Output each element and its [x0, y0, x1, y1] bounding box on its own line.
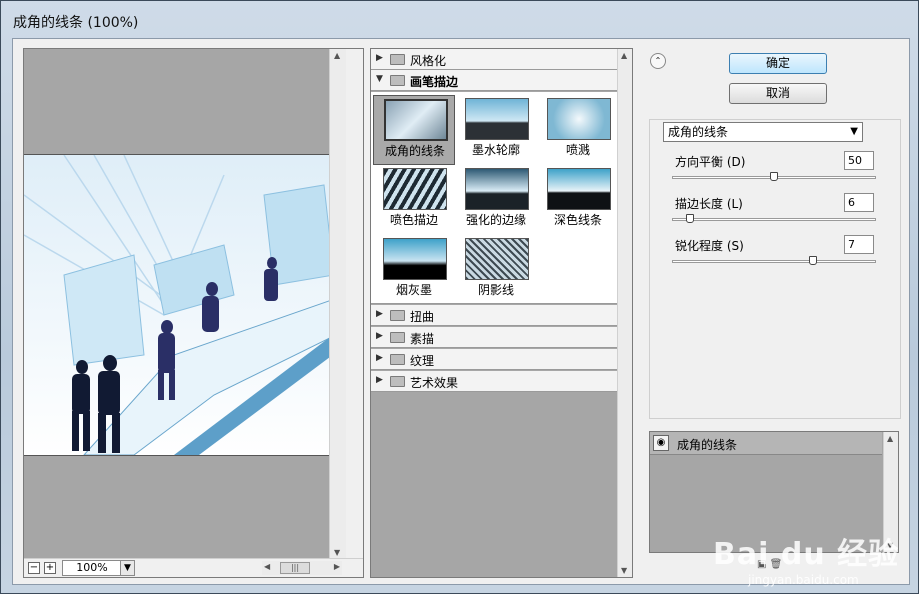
dialog-client-area: ▲ ▼ − + 100% ▼ ◀ ||| ▶ ▶ 风格化 ▼ 画笔描边 成角的线… [12, 38, 910, 587]
filter-preview-thumbnail [547, 168, 611, 210]
folder-icon [390, 376, 405, 387]
scroll-thumb[interactable]: ||| [280, 562, 310, 574]
scroll-right-icon[interactable]: ▶ [334, 562, 340, 571]
effect-layer-row[interactable]: ◉ 成角的线条 [650, 432, 882, 455]
collapse-gallery-button[interactable]: ⌃ [650, 53, 666, 69]
zoom-level-field[interactable]: 100% [62, 560, 122, 576]
category-texture[interactable]: ▶ 纹理 [371, 349, 618, 370]
scroll-down-icon[interactable]: ▼ [621, 566, 627, 575]
filter-thumb-label: 喷溅 [565, 143, 590, 157]
direction-balance-label: 方向平衡 (D) [675, 155, 746, 169]
category-label: 画笔描边 [410, 75, 459, 89]
ok-button[interactable]: 确定 [729, 53, 827, 74]
folder-icon [390, 54, 405, 65]
folder-icon [390, 310, 405, 321]
category-artistic[interactable]: ▶ 艺术效果 [371, 371, 618, 392]
baidu-watermark-logo: Bai du 经验 [713, 537, 900, 572]
expand-triangle-icon[interactable]: ▶ [376, 375, 383, 385]
sharpness-input[interactable]: 7 [844, 235, 874, 254]
filter-thumb-label: 阴影线 [477, 283, 514, 297]
filter-thumb-label: 深色线条 [553, 213, 602, 227]
filter-preview-thumbnail [383, 168, 447, 210]
stroke-length-input[interactable]: 6 [844, 193, 874, 212]
filter-select-dropdown[interactable]: 成角的线条 ▼ [663, 122, 863, 142]
zoom-in-button[interactable]: + [44, 562, 56, 574]
category-label: 艺术效果 [410, 376, 459, 390]
folder-icon [390, 332, 405, 343]
collapse-triangle-icon[interactable]: ▼ [376, 74, 383, 84]
filter-thumb-sumi-e[interactable]: 烟灰墨 [373, 235, 455, 305]
filter-thumb-label: 墨水轮廓 [471, 143, 520, 157]
filter-preview-thumbnail [384, 99, 448, 141]
filter-thumb-label: 强化的边缘 [465, 213, 526, 227]
filter-thumbnail-grid: 成角的线条 墨水轮廓 喷溅 喷色描边 强化的边缘 深色线条 烟灰墨 阴影线 [371, 92, 618, 304]
eye-icon[interactable]: ◉ [653, 435, 669, 451]
filter-thumb-crosshatch[interactable]: 阴影线 [455, 235, 537, 305]
category-distort[interactable]: ▶ 扭曲 [371, 305, 618, 326]
gallery-scrollbar[interactable]: ▲ ▼ [617, 49, 632, 577]
expand-triangle-icon[interactable]: ▶ [376, 53, 383, 63]
category-label: 风格化 [410, 54, 447, 68]
preview-zoom-bar: − + 100% ▼ ◀ ||| ▶ [24, 558, 363, 577]
filter-thumb-sprayed-strokes[interactable]: 喷色描边 [373, 165, 455, 235]
filter-category-list: ▶ 风格化 ▼ 画笔描边 成角的线条 墨水轮廓 喷溅 喷色描边 强化的边缘 深色… [371, 49, 618, 577]
expand-triangle-icon[interactable]: ▶ [376, 309, 383, 319]
filter-thumb-label: 烟灰墨 [395, 283, 432, 297]
category-sketch[interactable]: ▶ 素描 [371, 327, 618, 348]
filter-thumb-dark-strokes[interactable]: 深色线条 [537, 165, 619, 235]
scroll-up-icon[interactable]: ▲ [334, 51, 340, 60]
chevron-down-icon: ▼ [850, 126, 858, 137]
filter-thumb-angled-strokes[interactable]: 成角的线条 [373, 95, 455, 165]
filter-preview-thumbnail [547, 98, 611, 140]
stroke-length-slider[interactable] [672, 214, 876, 223]
category-brush-strokes[interactable]: ▼ 画笔描边 [371, 70, 618, 91]
slider-knob[interactable] [808, 256, 817, 265]
direction-balance-slider[interactable] [672, 172, 876, 181]
sharpness-label: 锐化程度 (S) [675, 239, 744, 253]
filter-thumb-label: 成角的线条 [384, 144, 445, 158]
zoom-dropdown-icon[interactable]: ▼ [120, 560, 135, 576]
preview-artwork [24, 155, 346, 455]
preview-canvas[interactable]: ▲ ▼ [24, 49, 346, 559]
expand-triangle-icon[interactable]: ▶ [376, 331, 383, 341]
filter-preview-thumbnail [383, 238, 447, 280]
filter-thumb-accented-edges[interactable]: 强化的边缘 [455, 165, 537, 235]
filter-settings-panel: 成角的线条 ▼ 方向平衡 (D) 50 描边长度 (L) 6 锐化程度 (S) … [649, 119, 901, 419]
category-label: 扭曲 [410, 310, 435, 324]
scroll-up-icon[interactable]: ▲ [887, 434, 893, 443]
filter-preview-thumbnail [465, 238, 529, 280]
sharpness-slider[interactable] [672, 256, 876, 265]
filter-dialog-window: 成角的线条 (100%) ▲ ▼ − + 100% ▼ ◀ ||| ▶ ▶ 风格… [0, 0, 919, 594]
stroke-length-label: 描边长度 (L) [675, 197, 743, 211]
slider-knob[interactable] [685, 214, 694, 223]
filter-thumb-ink-outlines[interactable]: 墨水轮廓 [455, 95, 537, 165]
direction-balance-input[interactable]: 50 [844, 151, 874, 170]
filter-gallery: ▶ 风格化 ▼ 画笔描边 成角的线条 墨水轮廓 喷溅 喷色描边 强化的边缘 深色… [370, 48, 633, 578]
preview-image [24, 154, 346, 456]
filter-thumb-spatter[interactable]: 喷溅 [537, 95, 619, 165]
preview-horizontal-scrollbar[interactable]: ◀ ||| ▶ [262, 561, 342, 575]
expand-triangle-icon[interactable]: ▶ [376, 353, 383, 363]
scroll-up-icon[interactable]: ▲ [621, 51, 627, 60]
category-label: 纹理 [410, 354, 435, 368]
scroll-down-icon[interactable]: ▼ [334, 548, 340, 557]
title-bar[interactable]: 成角的线条 (100%) [1, 1, 918, 39]
effect-layer-name: 成角的线条 [677, 438, 738, 452]
filter-preview-thumbnail [465, 98, 529, 140]
preview-panel: ▲ ▼ − + 100% ▼ ◀ ||| ▶ [23, 48, 364, 578]
folder-open-icon [390, 75, 405, 86]
slider-knob[interactable] [770, 172, 778, 181]
preview-vertical-scrollbar[interactable]: ▲ ▼ [329, 49, 346, 559]
baidu-watermark-url: jingyan.baidu.com [748, 573, 859, 587]
category-stylize[interactable]: ▶ 风格化 [371, 49, 618, 70]
scroll-left-icon[interactable]: ◀ [264, 562, 270, 571]
zoom-out-button[interactable]: − [28, 562, 40, 574]
filter-thumb-label: 喷色描边 [389, 213, 438, 227]
folder-icon [390, 354, 405, 365]
filter-preview-thumbnail [465, 168, 529, 210]
filter-select-value: 成角的线条 [668, 125, 729, 139]
cancel-button[interactable]: 取消 [729, 83, 827, 104]
window-title: 成角的线条 (100%) [13, 15, 139, 31]
category-label: 素描 [410, 332, 435, 346]
